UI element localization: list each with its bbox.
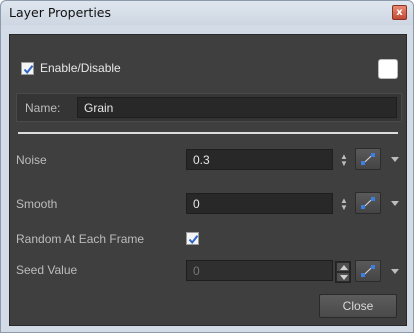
dialog-title: Layer Properties xyxy=(9,5,111,20)
enable-checkbox[interactable] xyxy=(21,62,34,75)
noise-spin-arrows-icon[interactable]: ▲ ▼ xyxy=(339,153,349,168)
checkmark-icon xyxy=(23,65,34,75)
seed-increment-button[interactable] xyxy=(336,262,350,272)
enable-label: Enable/Disable xyxy=(40,61,121,75)
name-label: Name: xyxy=(25,101,61,115)
smooth-spin-arrows-icon[interactable]: ▲ ▼ xyxy=(339,197,349,212)
seed-input[interactable] xyxy=(186,260,333,281)
name-row: Name: xyxy=(16,93,402,122)
random-label: Random At Each Frame xyxy=(16,232,145,246)
window-close-button[interactable]: x xyxy=(392,5,407,20)
function-curve-icon xyxy=(361,153,375,165)
seed-dropdown-chevron-down-icon[interactable] xyxy=(391,269,399,274)
function-curve-icon xyxy=(361,197,375,209)
section-divider xyxy=(18,132,398,134)
noise-dropdown-chevron-down-icon[interactable] xyxy=(391,157,399,162)
random-checkbox[interactable] xyxy=(186,232,199,245)
name-input[interactable] xyxy=(77,97,397,118)
smooth-dropdown-chevron-down-icon[interactable] xyxy=(391,201,399,206)
noise-input[interactable] xyxy=(186,149,333,170)
seed-function-button[interactable] xyxy=(355,260,381,282)
close-icon: x xyxy=(396,7,403,18)
smooth-function-button[interactable] xyxy=(355,192,381,214)
checkmark-icon xyxy=(188,235,199,245)
close-button[interactable]: Close xyxy=(319,294,397,318)
seed-decrement-button[interactable] xyxy=(336,272,350,282)
chevron-down-icon xyxy=(340,275,348,280)
seed-label: Seed Value xyxy=(16,263,78,277)
noise-function-button[interactable] xyxy=(355,148,381,170)
noise-label: Noise xyxy=(16,153,47,167)
title-bar[interactable]: Layer Properties x xyxy=(1,1,413,25)
layer-color-swatch[interactable] xyxy=(378,59,398,79)
chevron-up-icon xyxy=(340,265,348,270)
properties-panel: Enable/Disable Name: Noise ▲▼ Smooth ▲▼ xyxy=(9,34,407,326)
layer-properties-dialog: Layer Properties x Enable/Disable Name: … xyxy=(0,0,414,333)
smooth-label: Smooth xyxy=(16,197,58,211)
smooth-input[interactable] xyxy=(186,193,333,214)
seed-stepper[interactable] xyxy=(335,261,351,283)
function-curve-icon xyxy=(361,265,375,277)
